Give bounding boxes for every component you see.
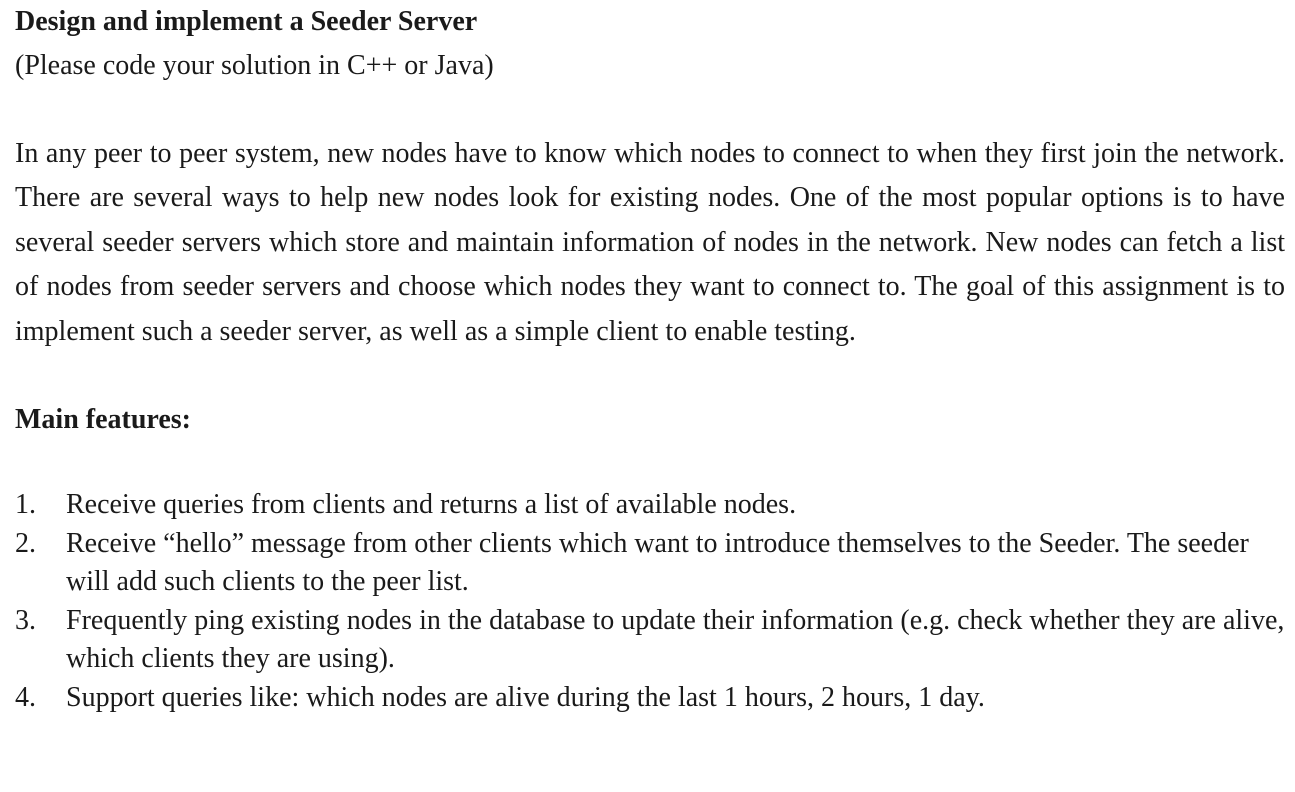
features-list: 1. Receive queries from clients and retu… bbox=[15, 486, 1285, 717]
feature-text: Frequently ping existing nodes in the da… bbox=[66, 604, 1285, 675]
document-title: Design and implement a Seeder Server bbox=[15, 6, 478, 37]
feature-item-2: 2. Receive “hello” message from other cl… bbox=[15, 525, 1285, 602]
document: Design and implement a Seeder Server (Pl… bbox=[15, 0, 1285, 717]
feature-text: Receive queries from clients and returns… bbox=[66, 489, 797, 521]
feature-number: 4. bbox=[15, 681, 36, 713]
feature-number: 2. bbox=[15, 527, 36, 559]
feature-text: Receive “hello” message from other clien… bbox=[66, 527, 1249, 598]
feature-item-3: 3. Frequently ping existing nodes in the… bbox=[15, 602, 1285, 679]
document-subtitle: (Please code your solution in C++ or Jav… bbox=[15, 50, 494, 81]
feature-number: 1. bbox=[15, 489, 36, 521]
feature-text: Support queries like: which nodes are al… bbox=[66, 681, 985, 713]
feature-number: 3. bbox=[15, 604, 36, 636]
feature-item-1: 1. Receive queries from clients and retu… bbox=[15, 486, 1285, 525]
intro-paragraph: In any peer to peer system, new nodes ha… bbox=[15, 138, 1285, 347]
features-heading: Main features: bbox=[15, 404, 191, 436]
feature-item-4: 4. Support queries like: which nodes are… bbox=[15, 679, 1285, 718]
